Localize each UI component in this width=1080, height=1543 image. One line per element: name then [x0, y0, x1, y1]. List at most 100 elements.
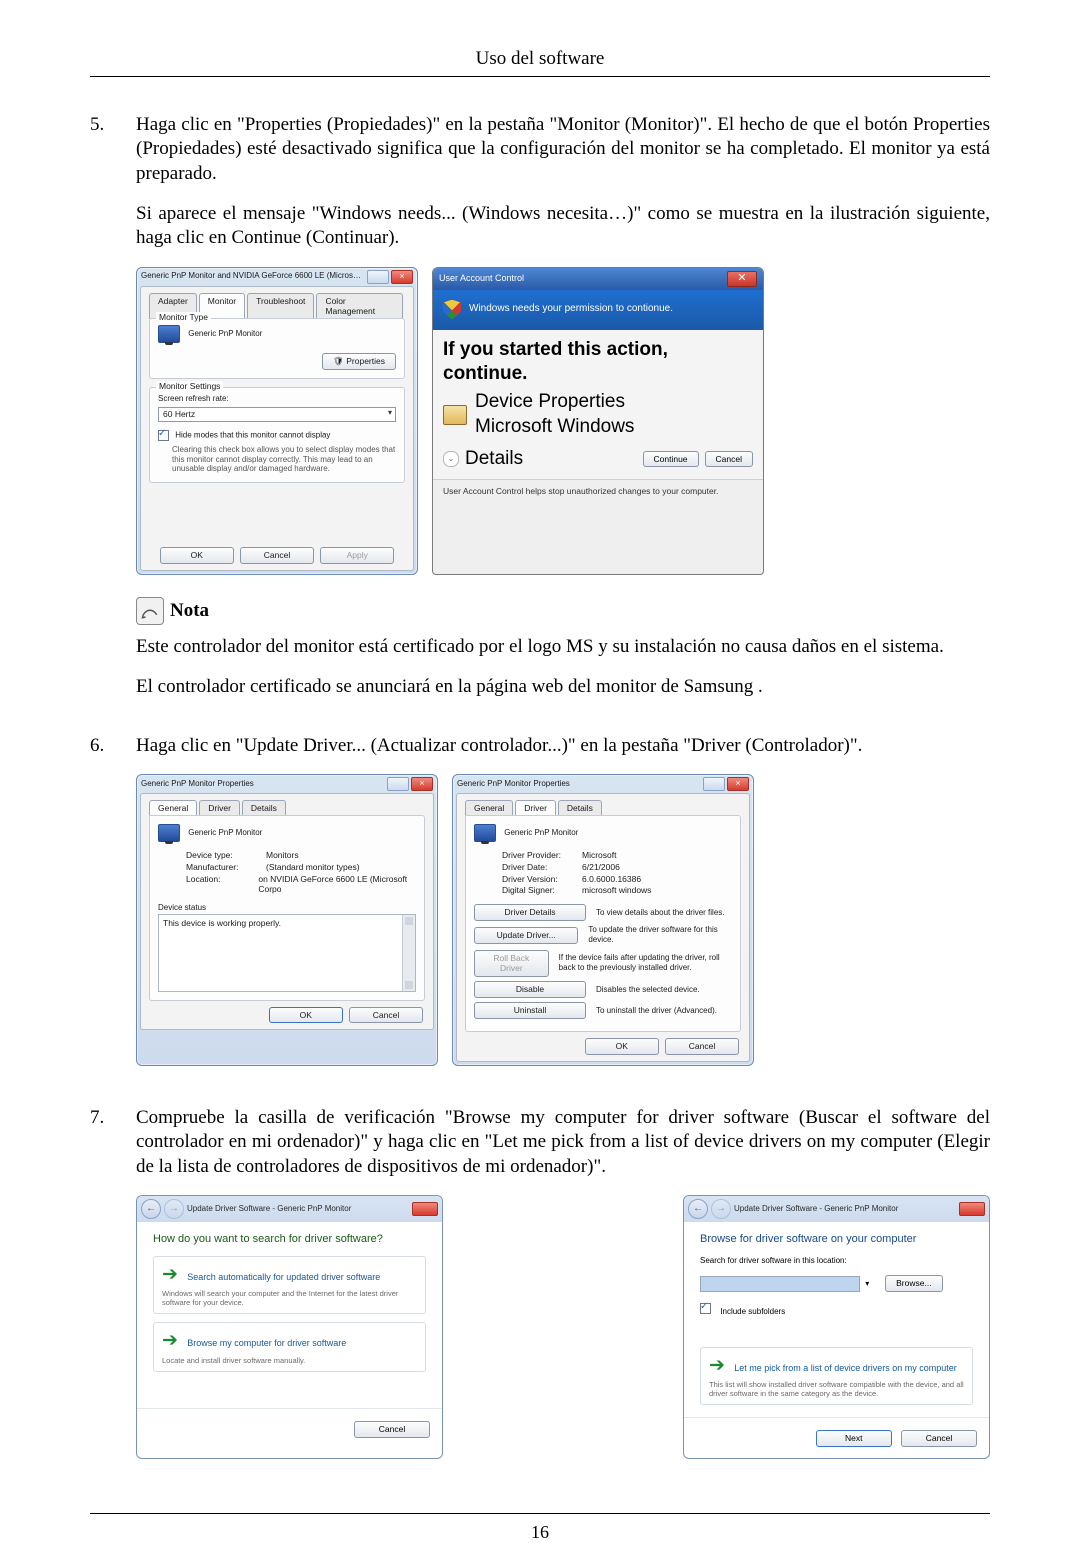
monitor-icon	[158, 824, 180, 842]
uac-title: User Account Control	[439, 273, 727, 285]
close-icon[interactable]: ×	[391, 270, 413, 284]
bottom-rule	[90, 1513, 990, 1514]
kv-location-label: Location:	[186, 874, 258, 896]
path-input[interactable]	[700, 1276, 860, 1292]
rollback-driver-button[interactable]: Roll Back Driver	[474, 950, 549, 978]
note-p2: El controlador certificado se anunciará …	[136, 675, 990, 699]
kv-type-label: Device type:	[186, 850, 266, 861]
close-icon[interactable]	[412, 1202, 438, 1216]
browse-button[interactable]: Browse...	[885, 1275, 942, 1292]
step-number-6: 6.	[90, 734, 136, 1088]
figure-2: Generic PnP Monitor Properties × General…	[136, 774, 990, 1066]
next-button[interactable]: Next	[816, 1430, 892, 1447]
ok-button[interactable]: OK	[160, 547, 234, 564]
kv-signer-value: microsoft windows	[582, 885, 651, 896]
group-monitor-settings: Monitor Settings	[156, 381, 223, 392]
step5-p2: Si aparece el mensaje "Windows needs... …	[136, 202, 990, 251]
uac-app-name: Device Properties	[475, 390, 634, 414]
include-subfolders-checkbox[interactable]	[700, 1303, 711, 1314]
app-icon	[443, 405, 467, 425]
uac-started-text: If you started this action, continue.	[443, 338, 753, 387]
step5-p1: Haga clic en "Properties (Propiedades)" …	[136, 113, 990, 186]
uninstall-desc: To uninstall the driver (Advanced).	[596, 1006, 717, 1016]
close-icon[interactable]: ✕	[727, 271, 757, 287]
ok-button[interactable]: OK	[269, 1007, 343, 1024]
figure-3: ← → Update Driver Software - Generic PnP…	[136, 1195, 990, 1460]
option-browse-computer[interactable]: ➔ Browse my computer for driver software…	[153, 1322, 426, 1371]
note-label: Nota	[170, 599, 209, 623]
cancel-button[interactable]: Cancel	[705, 451, 753, 468]
apply-button[interactable]: Apply	[320, 547, 394, 564]
ok-button[interactable]: OK	[585, 1038, 659, 1055]
back-icon[interactable]: ←	[688, 1199, 708, 1219]
cancel-button[interactable]: Cancel	[354, 1421, 430, 1438]
close-icon[interactable]: ×	[727, 777, 749, 791]
tab-driver[interactable]: Driver	[515, 800, 556, 816]
kv-location-value: on NVIDIA GeForce 6600 LE (Microsoft Cor…	[258, 874, 416, 896]
device-name: Generic PnP Monitor	[188, 828, 262, 837]
cancel-button[interactable]: Cancel	[665, 1038, 739, 1055]
figure-1: Generic PnP Monitor and NVIDIA GeForce 6…	[136, 267, 990, 575]
wizard-crumb: Update Driver Software - Generic PnP Mon…	[734, 1204, 959, 1214]
forward-icon: →	[164, 1199, 184, 1219]
monitor-icon	[158, 325, 180, 343]
rollback-driver-desc: If the device fails after updating the d…	[559, 953, 732, 973]
refresh-rate-select[interactable]: 60 Hertz	[158, 407, 396, 422]
back-icon[interactable]: ←	[141, 1199, 161, 1219]
monitor-icon	[474, 824, 496, 842]
cancel-button[interactable]: Cancel	[901, 1430, 977, 1447]
help-button[interactable]	[387, 777, 409, 791]
continue-button[interactable]: Continue	[643, 451, 699, 468]
tab-troubleshoot[interactable]: Troubleshoot	[247, 293, 314, 320]
arrow-icon: ➔	[162, 1264, 178, 1285]
cancel-button[interactable]: Cancel	[240, 547, 314, 564]
tab-color-management[interactable]: Color Management	[316, 293, 403, 320]
tab-details[interactable]: Details	[558, 800, 602, 816]
kv-provider-label: Driver Provider:	[502, 850, 582, 861]
wizard-heading: How do you want to search for driver sof…	[153, 1232, 426, 1246]
chevron-down-icon[interactable]: ⌄	[443, 451, 459, 467]
properties-button[interactable]: 🛡 Properties	[322, 353, 396, 370]
kv-date-label: Driver Date:	[502, 862, 582, 873]
tab-details[interactable]: Details	[242, 800, 286, 816]
tab-general[interactable]: General	[465, 800, 513, 816]
driver-props-general-window: Generic PnP Monitor Properties × General…	[136, 774, 438, 1066]
disable-button[interactable]: Disable	[474, 981, 586, 998]
window-title: Generic PnP Monitor Properties	[141, 779, 385, 789]
group-monitor-type: Monitor Type	[156, 312, 211, 323]
scrollbar[interactable]	[402, 915, 415, 991]
monitor-name: Generic PnP Monitor	[188, 329, 262, 338]
kv-version-value: 6.0.6000.16386	[582, 874, 641, 885]
uac-banner-text: Windows needs your permission to contion…	[469, 303, 673, 316]
kv-provider-value: Microsoft	[582, 850, 616, 861]
step-number-5: 5.	[90, 113, 136, 716]
step-number-7: 7.	[90, 1106, 136, 1482]
kv-type-value: Monitors	[266, 850, 299, 861]
step7-p1: Compruebe la casilla de verificación "Br…	[136, 1106, 990, 1179]
kv-version-label: Driver Version:	[502, 874, 582, 885]
minimize-button[interactable]	[367, 270, 389, 284]
driver-props-driver-window: Generic PnP Monitor Properties × General…	[452, 774, 754, 1066]
uac-details-toggle[interactable]: Details	[465, 447, 637, 471]
update-driver-desc: To update the driver software for this d…	[588, 925, 732, 945]
note-icon	[136, 597, 164, 625]
arrow-icon: ➔	[162, 1330, 178, 1351]
disable-desc: Disables the selected device.	[596, 985, 700, 995]
option-search-auto[interactable]: ➔ Search automatically for updated drive…	[153, 1256, 426, 1314]
cancel-button[interactable]: Cancel	[349, 1007, 423, 1024]
uac-dialog: User Account Control ✕ Windows needs you…	[432, 267, 764, 575]
window-title: Generic PnP Monitor Properties	[457, 779, 701, 789]
hide-modes-checkbox[interactable]	[158, 430, 169, 441]
tab-general[interactable]: General	[149, 800, 197, 816]
tab-driver[interactable]: Driver	[199, 800, 240, 816]
note-heading: Nota	[136, 597, 990, 625]
close-icon[interactable]: ×	[411, 777, 433, 791]
uninstall-button[interactable]: Uninstall	[474, 1002, 586, 1019]
update-driver-button[interactable]: Update Driver...	[474, 927, 578, 944]
label-search-location: Search for driver software in this locat…	[700, 1256, 973, 1266]
close-icon[interactable]	[959, 1202, 985, 1216]
option-pick-from-list[interactable]: ➔ Let me pick from a list of device driv…	[700, 1347, 973, 1405]
help-button[interactable]	[703, 777, 725, 791]
driver-details-button[interactable]: Driver Details	[474, 904, 586, 921]
driver-details-desc: To view details about the driver files.	[596, 908, 725, 918]
